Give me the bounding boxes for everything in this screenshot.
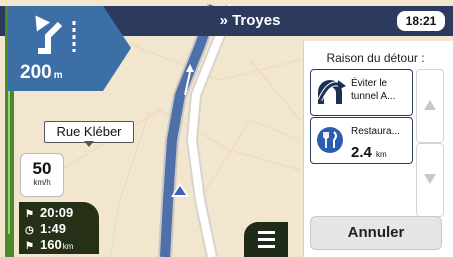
detour-panel-title: Raison du détour : — [326, 51, 425, 65]
distance-flag-icon: ⚑ — [25, 241, 34, 252]
option-distance-unit: km — [376, 150, 387, 159]
arrival-time: 20:09 — [40, 205, 74, 220]
restaurant-icon — [317, 127, 343, 153]
speed-limit-value: 50 — [32, 159, 52, 178]
option-distance-value: 2.4 — [351, 144, 372, 161]
scroll-up-button[interactable] — [416, 69, 444, 143]
speed-limit-sign: 50 km/h — [20, 153, 64, 197]
arrival-time-row: ⚑ 20:09 — [25, 205, 73, 221]
chevron-up-icon — [424, 100, 436, 110]
speed-limit-unit: km/h — [33, 178, 51, 187]
clock: 18:21 — [397, 11, 445, 31]
street-name-label: Rue Kléber — [44, 121, 134, 143]
menu-icon — [258, 231, 275, 234]
street-label-pointer — [84, 141, 94, 147]
remaining-distance-unit: km — [62, 242, 74, 251]
maneuver-distance-value: 200 — [20, 62, 52, 83]
destination-label: » Troyes — [219, 12, 281, 29]
remaining-distance: 160 — [40, 237, 62, 252]
maneuver-distance: 200 m — [20, 62, 100, 86]
option-line1: Restaura... — [351, 126, 400, 137]
option-distance: 2.4 km — [351, 144, 387, 161]
detour-option-avoid-tunnel[interactable]: Éviter le tunnel A... — [310, 69, 413, 116]
tunnel-avoid-icon — [317, 80, 346, 104]
remaining-distance-row: ⚑ 160km — [25, 237, 73, 253]
trip-info-panel[interactable]: ⚑ 20:09 ◷ 1:49 ⚑ 160km — [19, 202, 99, 254]
remaining-time: 1:49 — [40, 221, 67, 236]
chevron-down-icon — [424, 174, 436, 184]
cancel-button[interactable]: Annuler — [310, 216, 442, 250]
remaining-time-row: ◷ 1:49 — [25, 221, 66, 237]
detour-panel: Raison du détour : Éviter le tunnel A...… — [303, 41, 453, 257]
scroll-down-button[interactable] — [416, 143, 444, 217]
maneuver-distance-unit: m — [53, 70, 63, 81]
detour-option-restaurant[interactable]: Restaura... 2.4 km — [310, 117, 413, 164]
option-line2: tunnel A... — [351, 91, 396, 102]
option-line1: Éviter le — [351, 78, 388, 89]
menu-button[interactable] — [244, 222, 288, 257]
